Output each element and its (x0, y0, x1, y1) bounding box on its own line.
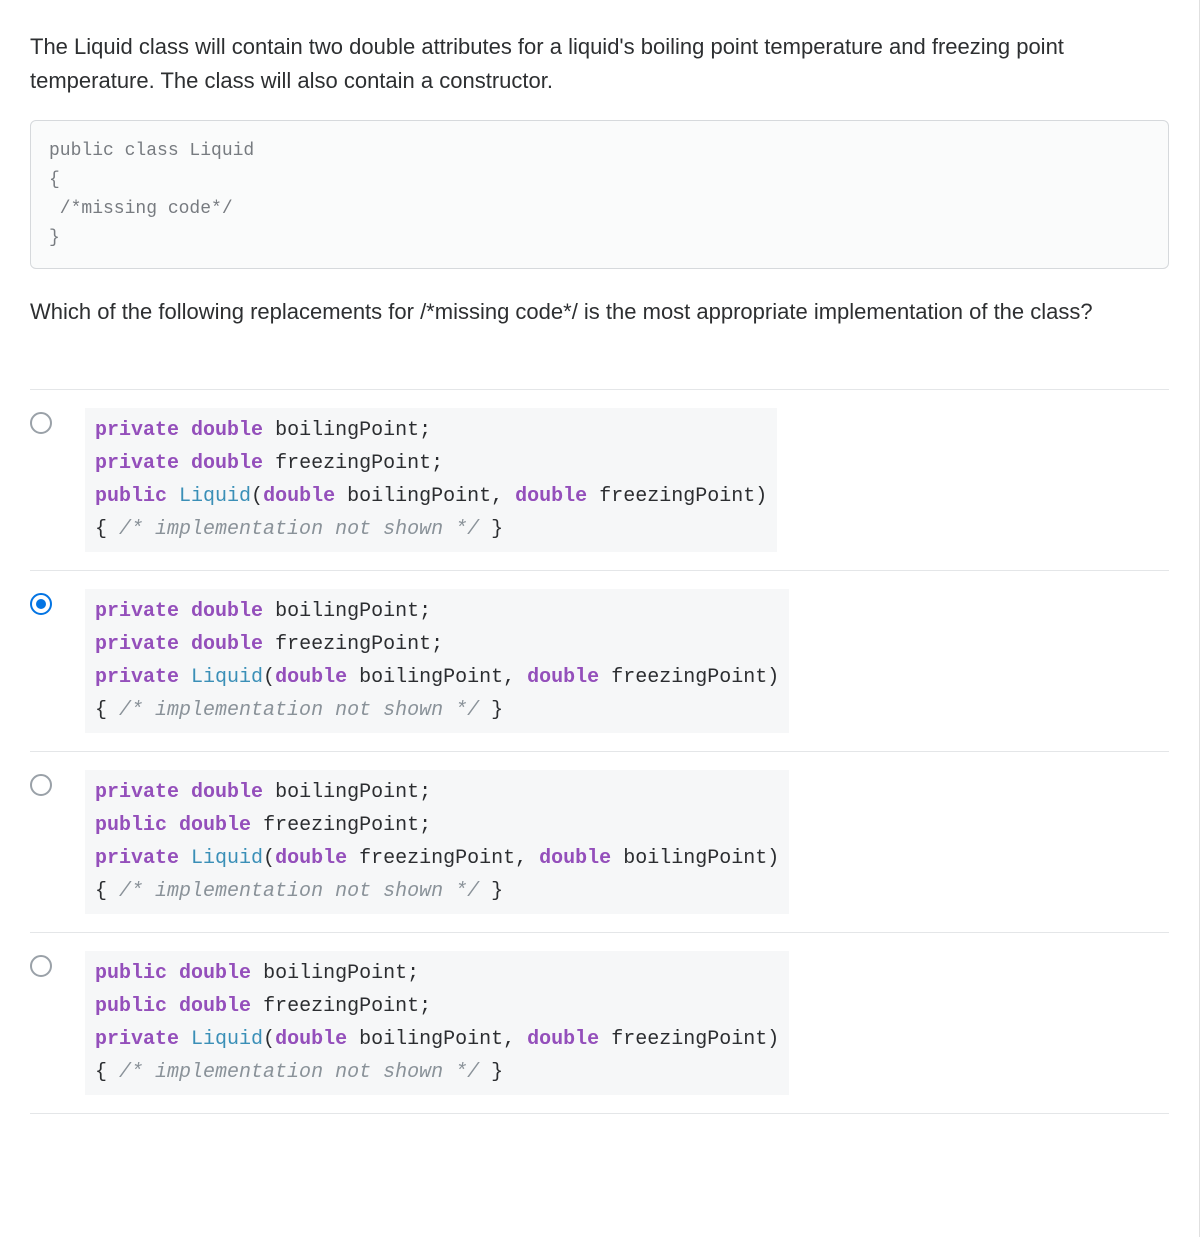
answer-option[interactable]: private double boilingPoint; public doub… (30, 752, 1169, 933)
radio-cell (30, 589, 85, 615)
answer-code: private double boilingPoint; private dou… (85, 408, 777, 552)
answer-code: private double boilingPoint; private dou… (85, 589, 789, 733)
radio-button[interactable] (30, 955, 52, 977)
answer-option[interactable]: private double boilingPoint; private dou… (30, 389, 1169, 571)
answer-code: public double boilingPoint; public doubl… (85, 951, 789, 1095)
radio-cell (30, 408, 85, 434)
radio-button[interactable] (30, 412, 52, 434)
radio-cell (30, 770, 85, 796)
radio-button[interactable] (30, 774, 52, 796)
question-code: public class Liquid { /*missing code*/ } (49, 137, 1150, 252)
radio-cell (30, 951, 85, 977)
answer-code: private double boilingPoint; public doub… (85, 770, 789, 914)
question-followup: Which of the following replacements for … (30, 295, 1169, 329)
answer-options: private double boilingPoint; private dou… (30, 389, 1169, 1114)
answer-option[interactable]: public double boilingPoint; public doubl… (30, 933, 1169, 1114)
question-page: The Liquid class will contain two double… (0, 0, 1200, 1237)
answer-option[interactable]: private double boilingPoint; private dou… (30, 571, 1169, 752)
question-code-box: public class Liquid { /*missing code*/ } (30, 120, 1169, 269)
radio-button[interactable] (30, 593, 52, 615)
question-intro: The Liquid class will contain two double… (30, 30, 1169, 98)
